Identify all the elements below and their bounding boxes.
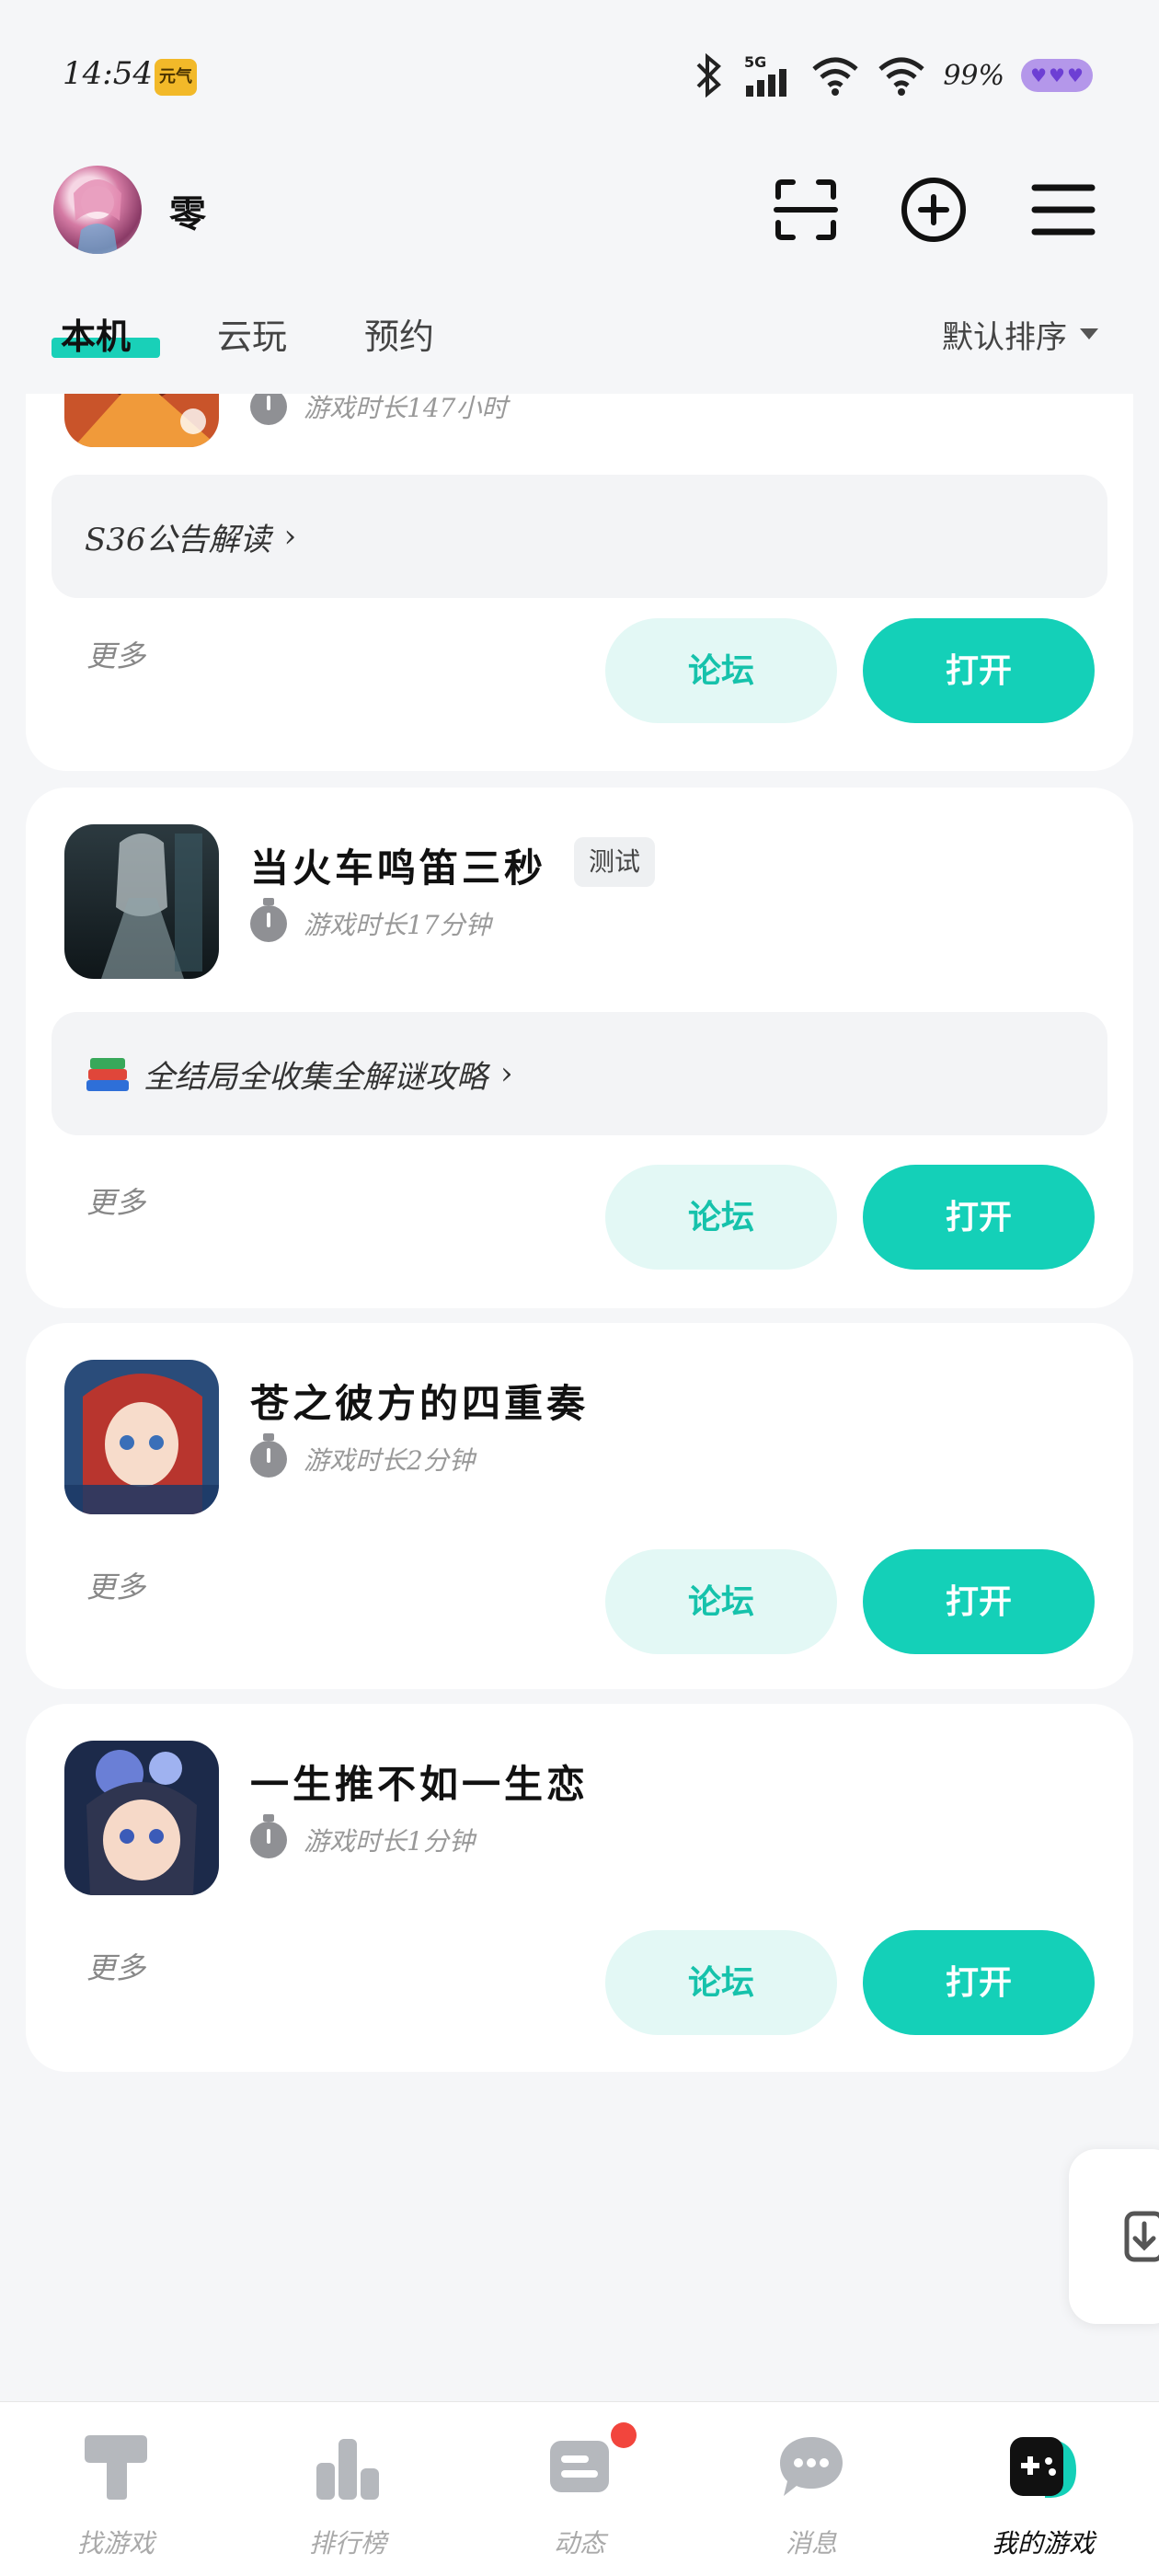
find-games-icon bbox=[85, 2435, 147, 2500]
playtime: 游戏时长17分钟 bbox=[250, 898, 491, 942]
game-icon[interactable] bbox=[64, 394, 219, 447]
caret-down-icon bbox=[1080, 328, 1098, 339]
game-icon[interactable] bbox=[64, 1360, 219, 1514]
forum-button[interactable]: 论坛 bbox=[605, 1930, 837, 2035]
menu-icon[interactable] bbox=[1027, 173, 1100, 247]
playtime: 游戏时长1分钟 bbox=[250, 1814, 475, 1858]
playtime-text: 游戏时长2分钟 bbox=[304, 1445, 475, 1476]
header: 零 bbox=[0, 156, 1159, 294]
nav-find-games[interactable]: 找游戏 bbox=[0, 2402, 232, 2576]
wifi-icon bbox=[812, 57, 858, 96]
game-icon[interactable] bbox=[64, 1741, 219, 1895]
open-button[interactable]: 打开 bbox=[863, 1165, 1095, 1270]
nav-label: 排行榜 bbox=[308, 2528, 386, 2559]
books-icon bbox=[86, 1058, 129, 1091]
forum-button[interactable]: 论坛 bbox=[605, 618, 837, 723]
stopwatch-icon bbox=[250, 898, 287, 942]
stopwatch-icon bbox=[250, 394, 287, 425]
game-title[interactable]: 苍之彼方的四重奏 bbox=[250, 1373, 589, 1429]
username[interactable]: 零 bbox=[169, 184, 206, 237]
download-float-button[interactable] bbox=[1069, 2149, 1159, 2324]
guide-text: 全结局全收集全解谜攻略 bbox=[143, 1058, 488, 1096]
playtime-text: 游戏时长17分钟 bbox=[304, 910, 491, 940]
messages-icon bbox=[780, 2437, 843, 2496]
my-games-icon bbox=[1010, 2437, 1076, 2498]
playtime: 游戏时长2分钟 bbox=[250, 1433, 475, 1478]
guide-text: S36公告解读 bbox=[85, 521, 271, 558]
chevron-right-icon: › bbox=[283, 518, 297, 555]
notification-dot bbox=[611, 2422, 637, 2448]
svg-text:5G: 5G bbox=[744, 53, 766, 71]
tab-cloud[interactable]: 云玩 bbox=[217, 308, 287, 359]
playtime: 游戏时长147小时 bbox=[250, 394, 507, 425]
stopwatch-icon bbox=[250, 1433, 287, 1478]
game-card: 游戏时长147小时 S36公告解读 › 更多 论坛 打开 bbox=[26, 394, 1133, 771]
sort-dropdown[interactable]: 默认排序 bbox=[942, 312, 1098, 357]
nav-label: 动态 bbox=[553, 2528, 605, 2559]
tab-local[interactable]: 本机 bbox=[61, 308, 131, 359]
guide-link[interactable]: S36公告解读 › bbox=[52, 475, 1107, 598]
game-list[interactable]: 游戏时长147小时 S36公告解读 › 更多 论坛 打开 当火车鸣笛三秒 测试 … bbox=[0, 394, 1159, 2399]
nav-label: 消息 bbox=[785, 2528, 837, 2559]
game-icon[interactable] bbox=[64, 824, 219, 979]
nav-my-games[interactable]: 我的游戏 bbox=[927, 2402, 1159, 2576]
more-button[interactable]: 更多 bbox=[86, 1179, 145, 1222]
scan-icon[interactable] bbox=[769, 173, 843, 247]
stopwatch-icon bbox=[250, 1814, 287, 1858]
add-circle-icon[interactable] bbox=[897, 173, 970, 247]
more-button[interactable]: 更多 bbox=[86, 633, 145, 675]
nav-rankings[interactable]: 排行榜 bbox=[232, 2402, 464, 2576]
wifi-secondary-icon bbox=[878, 57, 924, 96]
forum-button[interactable]: 论坛 bbox=[605, 1549, 837, 1654]
nav-feed[interactable]: 动态 bbox=[464, 2402, 695, 2576]
test-tag: 测试 bbox=[574, 837, 656, 887]
nav-label: 我的游戏 bbox=[991, 2528, 1095, 2559]
status-indicators: 5G 99% ♥ ♥ ♥ bbox=[693, 52, 1093, 99]
game-card: 苍之彼方的四重奏 游戏时长2分钟 更多 论坛 打开 bbox=[26, 1323, 1133, 1689]
nav-messages[interactable]: 消息 bbox=[695, 2402, 927, 2576]
bottom-nav: 找游戏 排行榜 动态 消息 我的游戏 bbox=[0, 2401, 1159, 2576]
status-app-badge: 元气 bbox=[155, 59, 197, 96]
rankings-icon bbox=[316, 2439, 379, 2500]
more-button[interactable]: 更多 bbox=[86, 1945, 145, 1987]
chevron-right-icon: › bbox=[500, 1055, 513, 1092]
guide-link[interactable]: 全结局全收集全解谜攻略 › bbox=[52, 1012, 1107, 1135]
battery-percent: 99% bbox=[943, 59, 1004, 92]
playtime-text: 游戏时长147小时 bbox=[304, 394, 508, 423]
open-button[interactable]: 打开 bbox=[863, 618, 1095, 723]
nav-label: 找游戏 bbox=[76, 2528, 155, 2559]
tab-reserve[interactable]: 预约 bbox=[364, 308, 434, 359]
cellular-signal-icon: 5G bbox=[744, 53, 787, 97]
game-title[interactable]: 一生推不如一生恋 bbox=[250, 1754, 589, 1810]
status-time: 14:54 bbox=[63, 55, 153, 92]
status-bar: 14:54 元气 5G 99% ♥ ♥ ♥ bbox=[0, 0, 1159, 156]
avatar[interactable] bbox=[53, 166, 142, 254]
open-button[interactable]: 打开 bbox=[863, 1549, 1095, 1654]
bluetooth-icon bbox=[696, 53, 722, 98]
download-icon bbox=[1124, 2211, 1159, 2262]
game-title[interactable]: 当火车鸣笛三秒 bbox=[250, 837, 546, 893]
game-card: 当火车鸣笛三秒 测试 游戏时长17分钟 全结局全收集全解谜攻略 › 更多 论坛 … bbox=[26, 788, 1133, 1308]
playtime-text: 游戏时长1分钟 bbox=[304, 1826, 475, 1857]
game-card: 一生推不如一生恋 游戏时长1分钟 更多 论坛 打开 bbox=[26, 1704, 1133, 2072]
tab-bar: 本机 云玩 预约 默认排序 bbox=[0, 299, 1159, 391]
forum-button[interactable]: 论坛 bbox=[605, 1165, 837, 1270]
sort-label: 默认排序 bbox=[942, 319, 1067, 356]
feed-icon bbox=[550, 2441, 609, 2492]
battery-icon: ♥ ♥ ♥ bbox=[1021, 59, 1093, 92]
open-button[interactable]: 打开 bbox=[863, 1930, 1095, 2035]
more-button[interactable]: 更多 bbox=[86, 1564, 145, 1606]
